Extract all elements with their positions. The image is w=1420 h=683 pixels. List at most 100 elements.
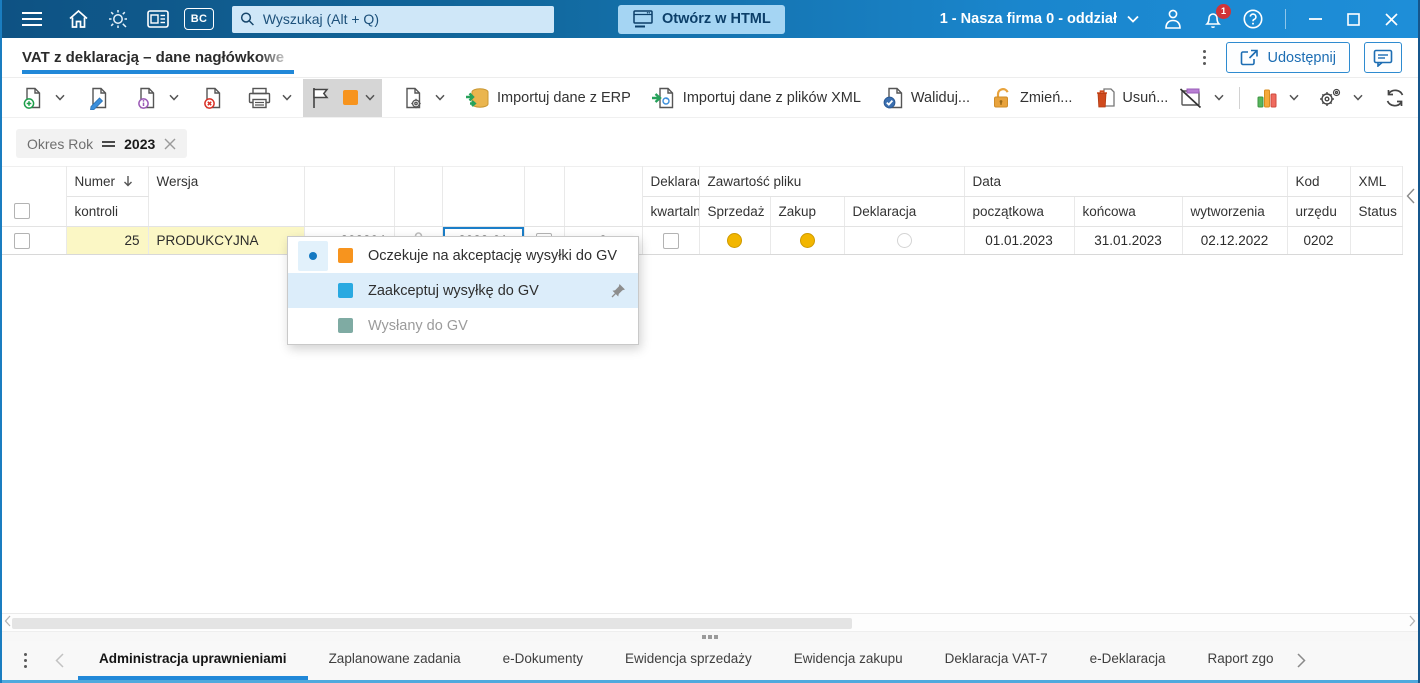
col-header-hidden-5[interactable] — [564, 166, 643, 227]
col-header-xml[interactable]: XML — [1350, 166, 1403, 197]
user-icon[interactable] — [1153, 0, 1193, 38]
analysis-chevron[interactable] — [1284, 81, 1304, 115]
cell-wersja[interactable]: PRODUKCYJNA — [148, 226, 305, 255]
col-header-zakup[interactable]: Zakup — [770, 196, 845, 227]
col-header-hidden-1[interactable] — [304, 166, 395, 227]
new-document-button[interactable] — [16, 81, 50, 115]
col-header-koncowa[interactable]: końcowa — [1074, 196, 1183, 227]
delete-button[interactable]: Usuń... — [1087, 81, 1173, 115]
pin-icon[interactable] — [611, 283, 626, 298]
status-flag-dropdown-button[interactable] — [303, 78, 382, 117]
search-input[interactable] — [262, 11, 546, 27]
tab-zaplanowane-zadania[interactable]: Zaplanowane zadania — [308, 641, 482, 680]
more-options-icon[interactable] — [1197, 44, 1212, 71]
pane-resize-handle[interactable] — [2, 631, 1418, 641]
settings-gears-button[interactable] — [1312, 81, 1348, 115]
news-icon[interactable] — [138, 0, 178, 38]
menu-item-zaakceptuj[interactable]: Zaakceptuj wysyłkę do GV — [288, 273, 638, 308]
cell-kwartalna-checkbox[interactable] — [642, 226, 700, 255]
company-selector[interactable]: 1 - Nasza firma 0 - oddział — [940, 11, 1139, 27]
scroll-right-icon[interactable] — [1409, 615, 1416, 627]
chat-icon — [1373, 49, 1393, 67]
home-icon[interactable] — [58, 0, 98, 38]
col-header-urzedu[interactable]: urzędu — [1287, 196, 1351, 227]
row-select-checkbox[interactable] — [14, 232, 30, 249]
cell-data-poczatkowa[interactable]: 01.01.2023 — [964, 226, 1075, 255]
settings-chevron[interactable] — [1348, 81, 1368, 115]
collapse-pane-chevron-icon[interactable] — [1406, 188, 1415, 204]
col-header-hidden-4[interactable] — [524, 166, 565, 227]
tab-overflow-menu-icon[interactable] — [18, 647, 33, 674]
scroll-left-icon[interactable] — [4, 615, 11, 627]
chat-button[interactable] — [1364, 42, 1402, 73]
validate-button[interactable]: Waliduj... — [876, 81, 975, 115]
hamburger-menu-icon[interactable] — [12, 0, 52, 38]
import-xml-button[interactable]: Importuj dane z plików XML — [646, 81, 866, 115]
close-button[interactable] — [1372, 0, 1410, 38]
notifications-bell-icon[interactable]: 1 — [1193, 0, 1233, 38]
cell-kod-urzedu[interactable]: 0202 — [1287, 226, 1351, 255]
tab-raport-zgo[interactable]: Raport zgo — [1186, 641, 1294, 680]
col-header-poczatkowa[interactable]: początkowa — [964, 196, 1075, 227]
cell-data-wytworzenia[interactable]: 02.12.2022 — [1182, 226, 1288, 255]
col-header-hidden-3[interactable] — [442, 166, 525, 227]
share-button[interactable]: Udostępnij — [1226, 42, 1350, 73]
print-button-chevron[interactable] — [277, 81, 297, 115]
col-header-wersja[interactable]: Wersja — [148, 166, 305, 227]
col-header-kwartalna[interactable]: kwartalna — [642, 196, 700, 227]
select-all-checkbox[interactable] — [14, 203, 30, 219]
cell-data-koncowa[interactable]: 31.01.2023 — [1074, 226, 1183, 255]
col-header-wytworzenia[interactable]: wytworzenia — [1182, 196, 1288, 227]
tab-administracja-uprawnieniami[interactable]: Administracja uprawnieniami — [78, 641, 308, 680]
col-header-deklaracja[interactable]: Deklaracja — [844, 196, 965, 227]
onenote-unavailable-button[interactable] — [1173, 81, 1209, 115]
minimize-button[interactable] — [1296, 0, 1334, 38]
edit-button[interactable] — [82, 81, 116, 115]
refresh-button[interactable] — [1378, 81, 1412, 115]
equals-icon — [102, 140, 116, 147]
cell-zakup-indicator[interactable] — [770, 226, 845, 255]
bc-logo[interactable]: BC — [184, 8, 214, 30]
global-search[interactable] — [232, 5, 554, 33]
cell-xml-status[interactable] — [1350, 226, 1403, 255]
cell-deklaracja-indicator[interactable] — [844, 226, 965, 255]
tab-deklaracja-vat-7[interactable]: Deklaracja VAT-7 — [924, 641, 1069, 680]
col-header-status[interactable]: Status — [1350, 196, 1403, 227]
tab-e-deklaracja[interactable]: e-Deklaracja — [1069, 641, 1187, 680]
filter-chip[interactable]: Okres Rok 2023 — [16, 129, 188, 158]
change-button[interactable]: Zmień... — [985, 81, 1077, 115]
tabs-scroll-right-icon[interactable] — [1296, 653, 1306, 668]
assistant-icon[interactable] — [98, 0, 138, 38]
menu-item-oczekuje[interactable]: Oczekuje na akceptację wysyłki do GV — [288, 238, 638, 273]
cell-numer-kontroli[interactable]: 25 — [66, 226, 149, 255]
onenote-chevron[interactable] — [1209, 81, 1229, 115]
analysis-chart-button[interactable] — [1250, 81, 1284, 115]
new-document-chevron[interactable] — [50, 81, 70, 115]
col-header-kontroli[interactable]: kontroli — [66, 196, 149, 227]
cell-sprzedaz-indicator[interactable] — [699, 226, 771, 255]
print-button[interactable] — [242, 81, 277, 115]
menu-item-wyslany[interactable]: Wysłany do GV — [288, 308, 638, 343]
col-header-sprzedaz[interactable]: Sprzedaż — [699, 196, 771, 227]
tabs-scroll-left-icon[interactable] — [33, 653, 78, 668]
help-icon[interactable] — [1233, 0, 1273, 38]
col-header-deklaracja-kwartalna[interactable]: Deklaracja — [642, 166, 700, 197]
tab-ewidencja-zakupu[interactable]: Ewidencja zakupu — [773, 641, 924, 680]
page-settings-button[interactable] — [396, 81, 430, 115]
view-button[interactable] — [130, 81, 164, 115]
view-button-chevron[interactable] — [164, 81, 184, 115]
import-erp-button[interactable]: Importuj dane z ERP — [460, 81, 636, 115]
col-header-hidden-2[interactable] — [394, 166, 443, 227]
table-row[interactable]: 25 PRODUKCYJNA 202204 2023-01 0 01 — [2, 226, 1403, 255]
remove-filter-icon[interactable] — [164, 138, 176, 150]
col-header-numer[interactable]: Numer — [66, 166, 149, 197]
open-in-html-button[interactable]: Otwórz w HTML — [618, 4, 785, 34]
horizontal-scrollbar[interactable] — [2, 613, 1418, 631]
col-header-kod[interactable]: Kod — [1287, 166, 1351, 197]
scrollbar-thumb[interactable] — [12, 618, 852, 629]
delete-row-button[interactable] — [196, 81, 230, 115]
tab-e-dokumenty[interactable]: e-Dokumenty — [482, 641, 604, 680]
tab-ewidencja-sprzedazy[interactable]: Ewidencja sprzedaży — [604, 641, 773, 680]
page-settings-chevron[interactable] — [430, 81, 450, 115]
maximize-button[interactable] — [1334, 0, 1372, 38]
